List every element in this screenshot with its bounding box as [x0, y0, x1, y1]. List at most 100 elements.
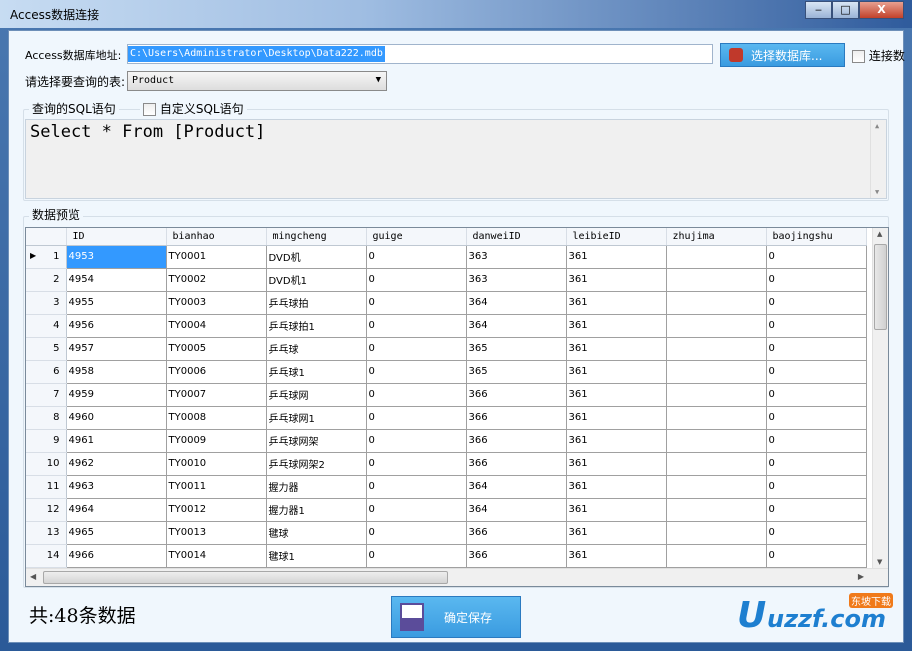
horizontal-scroll-thumb[interactable]	[43, 571, 448, 584]
cell-baojingshu[interactable]: 0	[766, 521, 867, 545]
cell-leibieid[interactable]: 361	[566, 452, 667, 476]
cell-bianhao[interactable]: TY0007	[166, 383, 267, 407]
cell-guige[interactable]: 0	[366, 521, 467, 545]
column-header-danweiid[interactable]: danweiID	[466, 228, 567, 246]
cell-baojingshu[interactable]: 0	[766, 544, 867, 568]
data-grid[interactable]: ID bianhao mingcheng guige danweiID leibieID z…	[25, 227, 889, 587]
column-header-leibieid[interactable]: leibieID	[566, 228, 667, 246]
cell-baojingshu[interactable]: 0	[766, 383, 867, 407]
row-header[interactable]: 5	[26, 337, 67, 361]
cell-baojingshu[interactable]: 0	[766, 429, 867, 453]
row-header[interactable]: 4	[26, 314, 67, 338]
cell-leibieid[interactable]: 361	[566, 291, 667, 315]
cell-mingcheng[interactable]: 乒乓球网架	[266, 429, 367, 453]
cell-leibieid[interactable]: 361	[566, 475, 667, 499]
cell-zhujima[interactable]	[666, 475, 767, 499]
cell-guige[interactable]: 0	[366, 383, 467, 407]
cell-guige[interactable]: 0	[366, 475, 467, 499]
row-header[interactable]: 14	[26, 544, 67, 568]
row-header[interactable]: 3	[26, 291, 67, 315]
row-header[interactable]: 6	[26, 360, 67, 384]
cell-danweiid[interactable]: 364	[466, 475, 567, 499]
cell-guige[interactable]: 0	[366, 544, 467, 568]
column-header-mingcheng[interactable]: mingcheng	[266, 228, 367, 246]
cell-danweiid[interactable]: 364	[466, 314, 567, 338]
cell-id[interactable]: 4964	[66, 498, 167, 522]
cell-mingcheng[interactable]: 乒乓球网架2	[266, 452, 367, 476]
cell-baojingshu[interactable]: 0	[766, 291, 867, 315]
cell-zhujima[interactable]	[666, 291, 767, 315]
cell-bianhao[interactable]: TY0012	[166, 498, 267, 522]
cell-danweiid[interactable]: 366	[466, 521, 567, 545]
cell-zhujima[interactable]	[666, 498, 767, 522]
cell-zhujima[interactable]	[666, 521, 767, 545]
cell-bianhao[interactable]: TY0006	[166, 360, 267, 384]
cell-id[interactable]: 4961	[66, 429, 167, 453]
cell-id[interactable]: 4955	[66, 291, 167, 315]
cell-id[interactable]: 4957	[66, 337, 167, 361]
cell-bianhao[interactable]: TY0002	[166, 268, 267, 292]
cell-leibieid[interactable]: 361	[566, 406, 667, 430]
cell-bianhao[interactable]: TY0005	[166, 337, 267, 361]
table-row[interactable]: 9 4961 TY0009 乒乓球网架 0 366 361 0	[26, 429, 867, 453]
cell-bianhao[interactable]: TY0001	[166, 245, 267, 269]
row-header[interactable]: 9	[26, 429, 67, 453]
column-header-zhujima[interactable]: zhujima	[666, 228, 767, 246]
cell-danweiid[interactable]: 364	[466, 498, 567, 522]
table-row[interactable]: 5 4957 TY0005 乒乓球 0 365 361 0	[26, 337, 867, 361]
table-row[interactable]: 3 4955 TY0003 乒乓球拍 0 364 361 0	[26, 291, 867, 315]
table-row[interactable]: 6 4958 TY0006 乒乓球1 0 365 361 0	[26, 360, 867, 384]
table-row[interactable]: 13 4965 TY0013 毽球 0 366 361 0	[26, 521, 867, 545]
cell-guige[interactable]: 0	[366, 498, 467, 522]
cell-id[interactable]: 4960	[66, 406, 167, 430]
cell-guige[interactable]: 0	[366, 314, 467, 338]
cell-danweiid[interactable]: 365	[466, 337, 567, 361]
cell-zhujima[interactable]	[666, 429, 767, 453]
table-row[interactable]: 8 4960 TY0008 乒乓球网1 0 366 361 0	[26, 406, 867, 430]
column-header-id[interactable]: ID	[66, 228, 167, 246]
maximize-button[interactable]: □	[832, 1, 859, 19]
cell-id[interactable]: 4958	[66, 360, 167, 384]
cell-mingcheng[interactable]: 毽球	[266, 521, 367, 545]
vertical-scroll-thumb[interactable]	[874, 244, 887, 330]
cell-zhujima[interactable]	[666, 245, 767, 269]
cell-zhujima[interactable]	[666, 360, 767, 384]
cell-bianhao[interactable]: TY0009	[166, 429, 267, 453]
cell-id[interactable]: 4956	[66, 314, 167, 338]
save-button[interactable]: 确定保存	[391, 596, 521, 638]
table-row[interactable]: 4 4956 TY0004 乒乓球拍1 0 364 361 0	[26, 314, 867, 338]
cell-baojingshu[interactable]: 0	[766, 406, 867, 430]
cell-bianhao[interactable]: TY0011	[166, 475, 267, 499]
cell-danweiid[interactable]: 363	[466, 245, 567, 269]
grid-vertical-scrollbar[interactable]: ▲ ▼	[872, 228, 888, 568]
sql-textarea[interactable]: Select * From [Product] ▲ ▼	[25, 119, 887, 199]
cell-guige[interactable]: 0	[366, 360, 467, 384]
cell-guige[interactable]: 0	[366, 268, 467, 292]
cell-zhujima[interactable]	[666, 314, 767, 338]
row-header[interactable]: 10	[26, 452, 67, 476]
table-row[interactable]: 2 4954 TY0002 DVD机1 0 363 361 0	[26, 268, 867, 292]
cell-leibieid[interactable]: 361	[566, 245, 667, 269]
row-header[interactable]: 7	[26, 383, 67, 407]
cell-baojingshu[interactable]: 0	[766, 360, 867, 384]
cell-baojingshu[interactable]: 0	[766, 245, 867, 269]
cell-mingcheng[interactable]: 乒乓球1	[266, 360, 367, 384]
row-header[interactable]: 13	[26, 521, 67, 545]
cell-guige[interactable]: 0	[366, 245, 467, 269]
cell-baojingshu[interactable]: 0	[766, 337, 867, 361]
table-select[interactable]: Product ▼	[127, 71, 387, 91]
cell-leibieid[interactable]: 361	[566, 360, 667, 384]
row-header[interactable]: ▶ 1	[26, 245, 67, 269]
cell-mingcheng[interactable]: 乒乓球拍1	[266, 314, 367, 338]
row-header[interactable]: 8	[26, 406, 67, 430]
sql-scrollbar[interactable]: ▲ ▼	[870, 120, 886, 198]
cell-guige[interactable]: 0	[366, 291, 467, 315]
choose-database-button[interactable]: 选择数据库...	[720, 43, 845, 67]
cell-danweiid[interactable]: 365	[466, 360, 567, 384]
cell-danweiid[interactable]: 364	[466, 291, 567, 315]
row-header[interactable]: 11	[26, 475, 67, 499]
cell-baojingshu[interactable]: 0	[766, 314, 867, 338]
cell-mingcheng[interactable]: 乒乓球网1	[266, 406, 367, 430]
cell-id[interactable]: 4962	[66, 452, 167, 476]
cell-leibieid[interactable]: 361	[566, 521, 667, 545]
